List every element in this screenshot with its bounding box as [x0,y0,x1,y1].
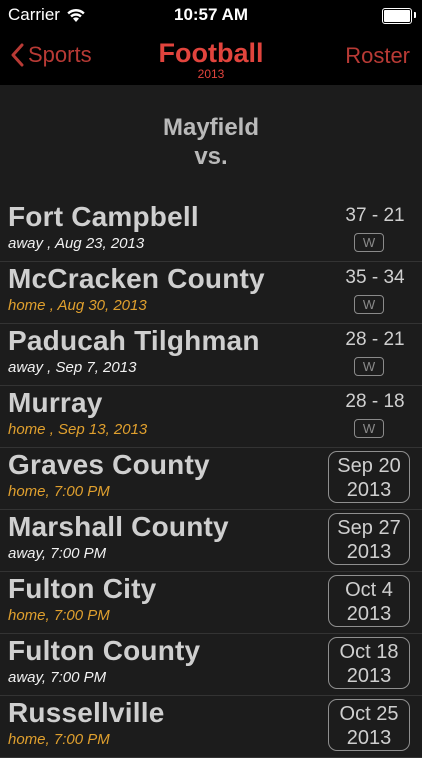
game-date: Oct 4 [345,579,393,601]
navigation-bar: Sports Football 2013 Roster [0,30,422,85]
game-row[interactable]: Paducah Tilghman away , Sep 7, 2013 28 - 2… [0,324,422,386]
result-badge: W [354,419,384,438]
game-score: 35 - 34 [345,267,405,288]
battery-icon [382,8,416,24]
game-details: home, 7:00 PM [8,731,110,748]
game-row[interactable]: Fort Campbell away , Aug 23, 2013 37 - 21 W [0,200,422,262]
game-date-badge: Sep 27 2013 [328,513,410,565]
game-date: Sep 20 [337,455,401,477]
page-subtitle: 2013 [197,67,225,81]
game-list: Fort Campbell away , Aug 23, 2013 37 - 21 W… [0,200,422,758]
status-bar: Carrier 10:57 AM [0,0,422,30]
game-score: 28 - 18 [345,391,405,412]
game-details: home, 7:00 PM [8,483,110,500]
game-details: home , Sep 13, 2013 [8,421,148,438]
opponent-name: Murray [8,387,103,418]
game-year: 2013 [346,603,392,625]
game-date-badge: Oct 18 2013 [328,637,410,689]
game-details: away , Sep 7, 2013 [8,359,137,376]
game-date: Oct 18 [339,641,399,663]
game-row[interactable]: Graves County home, 7:00 PM Sep 20 2013 [0,448,422,510]
game-date-badge: Oct 25 2013 [328,699,410,751]
opponent-name: Fulton County [8,635,201,666]
game-details: away , Aug 23, 2013 [8,235,145,252]
game-score: 37 - 21 [345,205,405,226]
opponent-name: Fulton City [8,573,157,604]
opponent-name: Russellville [8,697,165,728]
game-score: 28 - 21 [345,329,405,350]
game-details: away, 7:00 PM [8,669,107,686]
result-badge: W [354,295,384,314]
game-year: 2013 [346,665,392,687]
opponent-name: McCracken County [8,263,265,294]
game-year: 2013 [346,727,392,749]
game-date-badge: Sep 20 2013 [328,451,410,503]
opponent-name: Graves County [8,449,210,480]
roster-button[interactable]: Roster [345,43,410,69]
opponent-name: Paducah Tilghman [8,325,260,356]
game-details: home, 7:00 PM [8,607,110,624]
result-badge: W [354,357,384,376]
game-details: away, 7:00 PM [8,545,107,562]
game-year: 2013 [346,479,392,501]
game-row[interactable]: Marshall County away, 7:00 PM Sep 27 2013 [0,510,422,572]
game-date: Sep 27 [337,517,401,539]
versus-label: vs. [194,143,228,170]
game-row[interactable]: McCracken County home , Aug 30, 2013 35 - … [0,262,422,324]
game-row[interactable]: Fulton County away, 7:00 PM Oct 18 2013 [0,634,422,696]
game-date-badge: Oct 4 2013 [328,575,410,627]
game-year: 2013 [346,541,392,563]
status-time: 10:57 AM [173,5,248,24]
game-date: Oct 25 [339,703,399,725]
result-badge: W [354,233,384,252]
opponent-name: Marshall County [8,511,229,542]
team-heading: Mayfield vs. [0,113,422,171]
game-details: home , Aug 30, 2013 [8,297,147,314]
game-row[interactable]: Murray home , Sep 13, 2013 28 - 18 W [0,386,422,448]
game-row[interactable]: Fulton City home, 7:00 PM Oct 4 2013 [0,572,422,634]
opponent-name: Fort Campbell [8,201,199,232]
team-name: Mayfield [162,114,260,141]
game-row[interactable]: Russellville home, 7:00 PM Oct 25 2013 [0,696,422,758]
